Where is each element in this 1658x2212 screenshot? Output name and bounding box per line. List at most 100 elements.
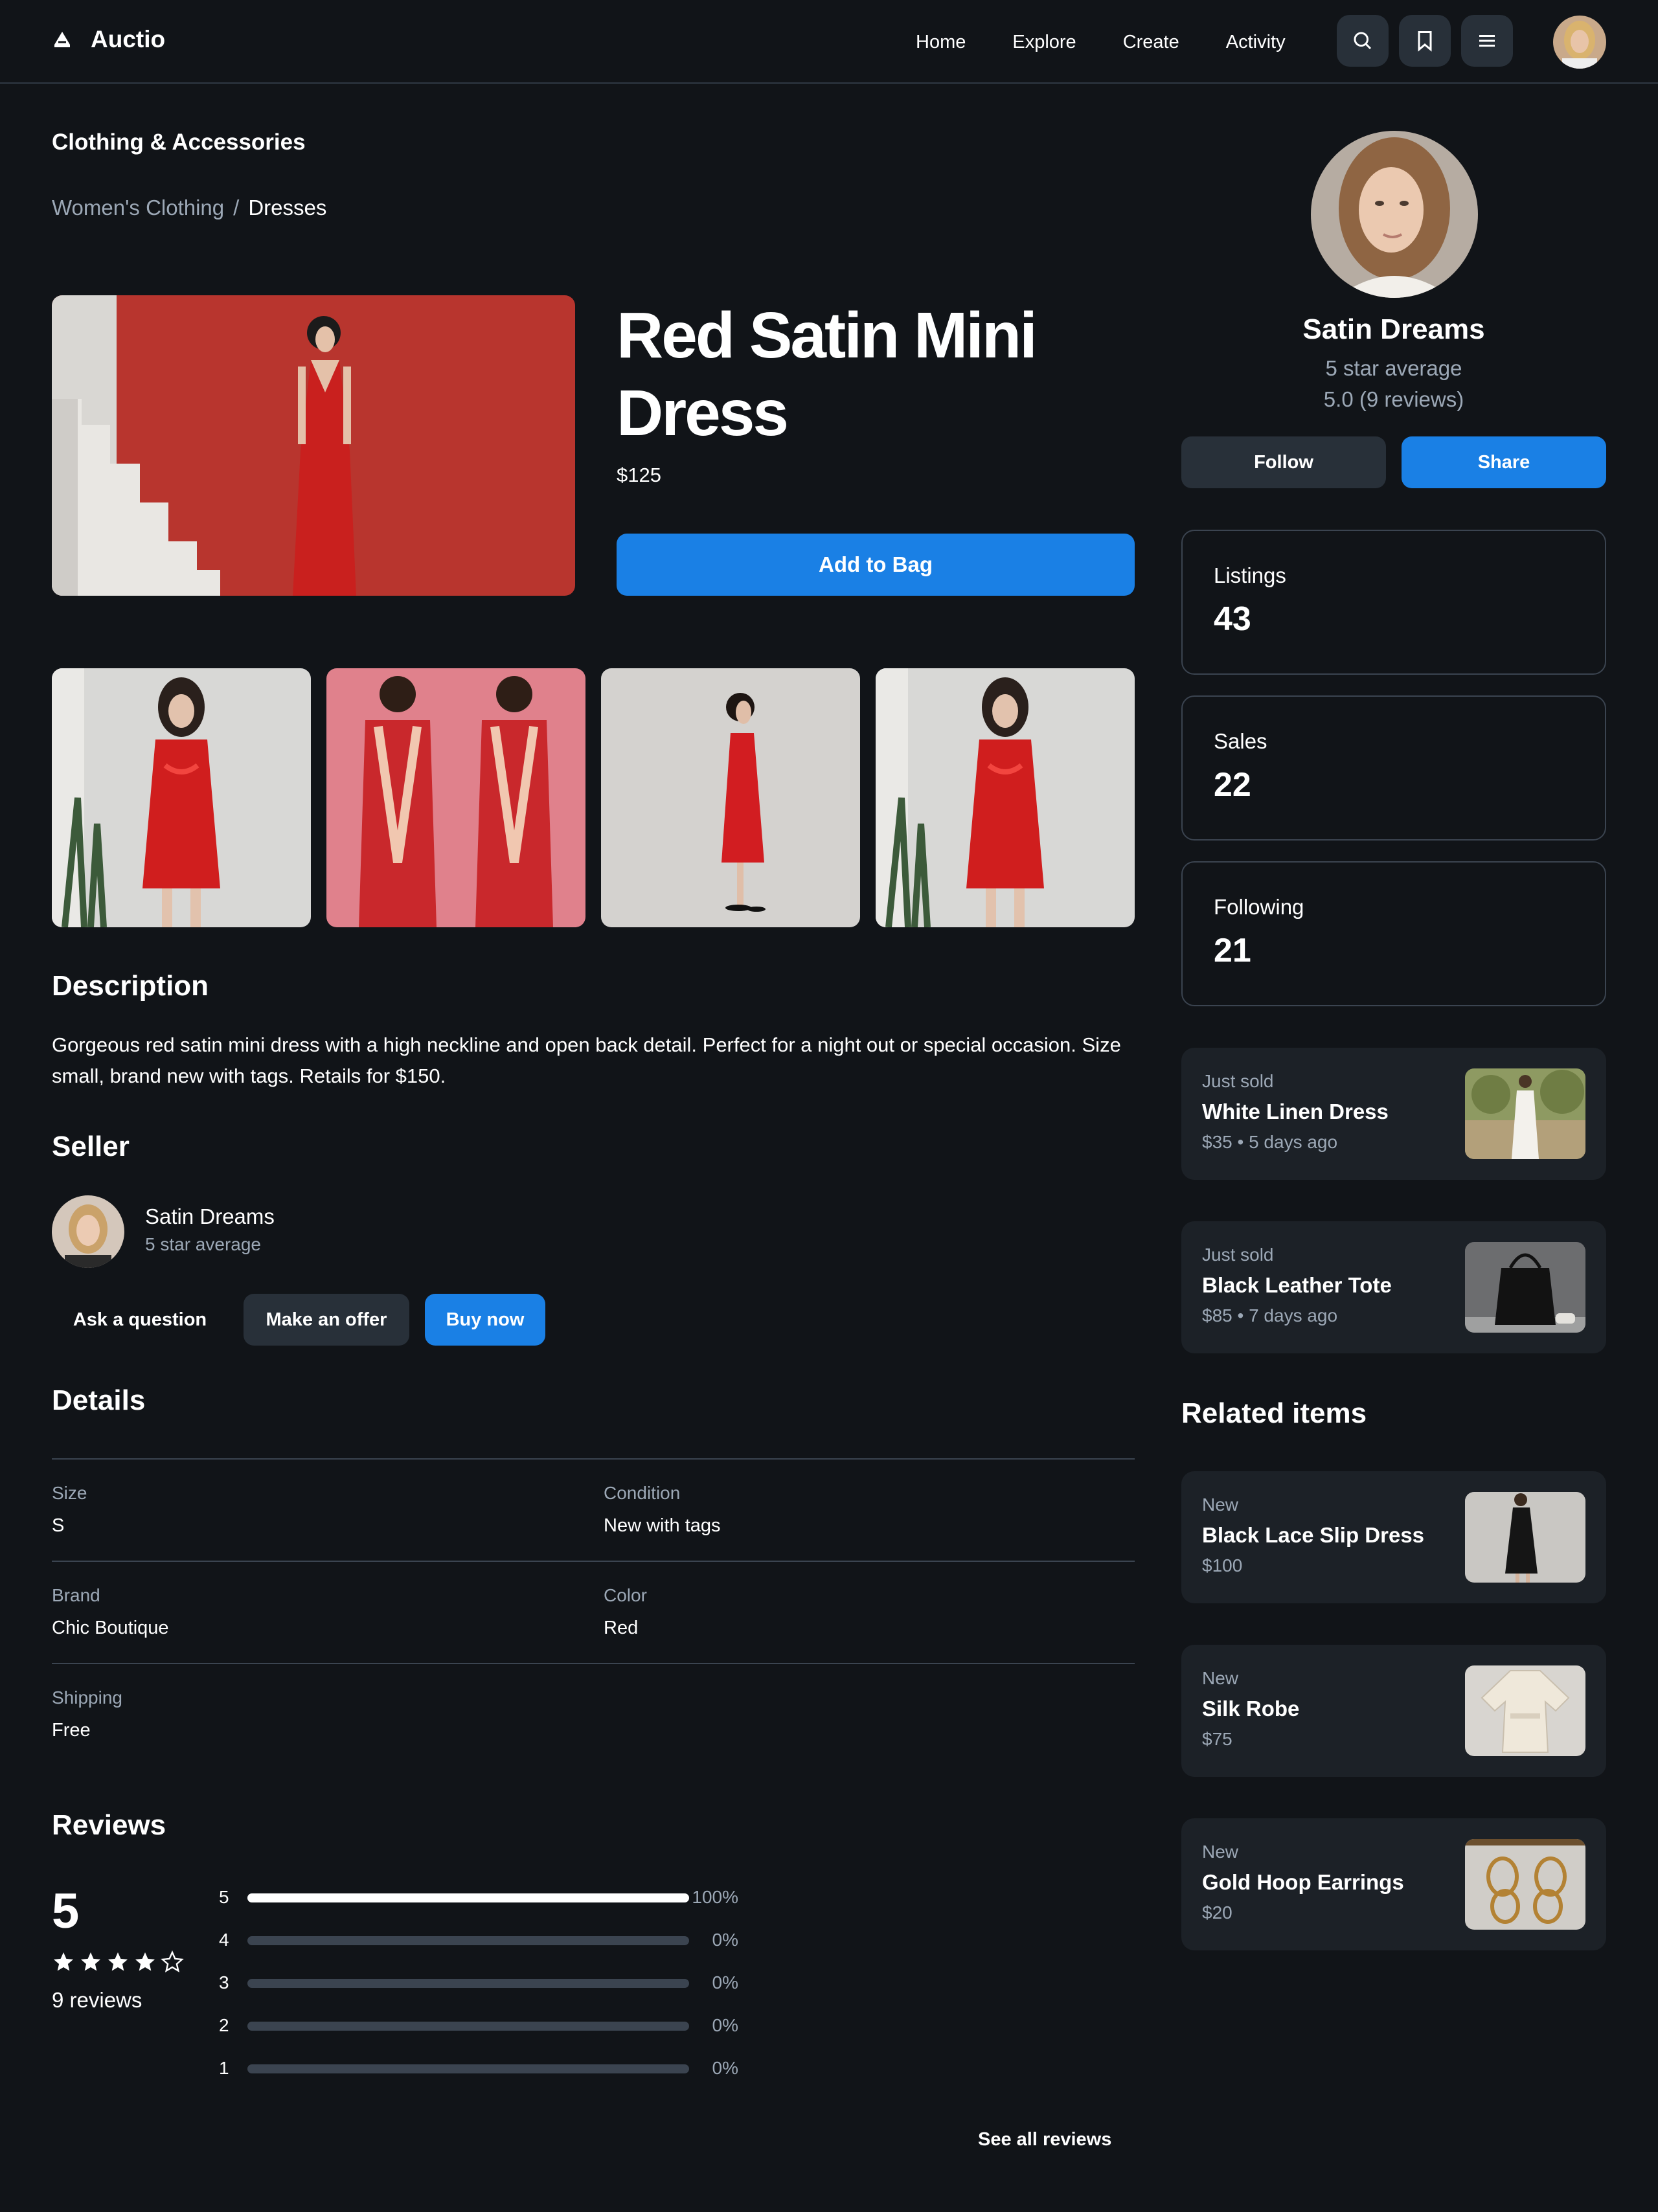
star-filled-icon <box>81 1952 100 1971</box>
item-image <box>1465 1492 1585 1583</box>
nav-create[interactable]: Create <box>1123 32 1179 53</box>
rating-bar-track <box>247 1979 689 1988</box>
rating-bar-star: 1 <box>219 2058 229 2078</box>
details-divider <box>52 1663 1135 1664</box>
rating-bar-track <box>247 2022 689 2031</box>
product-thumbnail-2[interactable] <box>326 668 585 927</box>
product-price: $125 <box>617 464 661 486</box>
logo-icon <box>54 32 70 47</box>
rating-bar-row: 4 0% <box>219 1927 738 1953</box>
related-item-card[interactable]: New Black Lace Slip Dress $100 <box>1181 1471 1606 1603</box>
main-nav: Home Explore Create Activity <box>894 0 1286 84</box>
bookmark-button[interactable] <box>1399 15 1451 67</box>
stat-card-listings[interactable]: Listings 43 <box>1181 530 1606 675</box>
item-name: Black Lace Slip Dress <box>1202 1523 1425 1547</box>
color-label: Color <box>604 1585 647 1605</box>
related-items-heading: Related items <box>1181 1397 1367 1429</box>
star-filled-icon <box>135 1952 155 1971</box>
item-image <box>1465 1242 1585 1333</box>
menu-button[interactable] <box>1461 15 1513 67</box>
item-name: Gold Hoop Earrings <box>1202 1870 1404 1894</box>
shipping-value: Free <box>52 1720 91 1741</box>
stat-label: Sales <box>1214 729 1267 753</box>
related-item-card[interactable]: New Silk Robe $75 <box>1181 1645 1606 1777</box>
nav-activity[interactable]: Activity <box>1226 32 1286 53</box>
item-meta: $85 • 7 days ago <box>1202 1305 1338 1326</box>
item-meta: $100 <box>1202 1555 1243 1575</box>
seller-heading: Seller <box>52 1131 130 1162</box>
ask-question-button[interactable]: Ask a question <box>52 1294 228 1346</box>
brand-label: Brand <box>52 1585 100 1605</box>
color-value: Red <box>604 1618 639 1638</box>
add-to-bag-button[interactable]: Add to Bag <box>617 534 1135 596</box>
see-all-reviews-link[interactable]: See all reviews <box>978 2129 1111 2150</box>
seller-name[interactable]: Satin Dreams <box>145 1204 275 1229</box>
condition-label: Condition <box>604 1483 681 1503</box>
item-image <box>1465 1665 1585 1756</box>
search-button[interactable] <box>1337 15 1389 67</box>
user-avatar[interactable] <box>1553 16 1606 69</box>
nav-explore[interactable]: Explore <box>1012 32 1076 53</box>
product-thumbnail-3[interactable] <box>601 668 860 927</box>
star-rating <box>52 1950 184 1974</box>
rating-bar-track <box>247 1893 689 1902</box>
top-navbar: Auctio Home Explore Create Activity <box>0 0 1658 84</box>
stat-value: 43 <box>1214 600 1251 638</box>
category-title: Clothing & Accessories <box>52 130 306 155</box>
breadcrumb-parent[interactable]: Women's Clothing <box>52 196 224 220</box>
item-name: Black Leather Tote <box>1202 1273 1392 1297</box>
breadcrumb: Women's Clothing / Dresses <box>52 196 326 220</box>
rating-bar-percent: 100% <box>692 1887 738 1907</box>
stat-value: 22 <box>1214 766 1251 804</box>
buy-now-button[interactable]: Buy now <box>425 1294 545 1346</box>
seller-rating: 5 star average <box>145 1234 261 1254</box>
product-main-image[interactable] <box>52 295 575 596</box>
item-image <box>1465 1839 1585 1930</box>
size-value: S <box>52 1515 65 1536</box>
logo[interactable]: Auctio <box>52 26 165 53</box>
description-text: Gorgeous red satin mini dress with a hig… <box>52 1033 1121 1087</box>
product-thumbnail-1[interactable] <box>52 668 311 927</box>
stat-card-sales[interactable]: Sales 22 <box>1181 695 1606 841</box>
profile-reviews: 5.0 (9 reviews) <box>1323 387 1464 411</box>
seller-profile-photo[interactable] <box>1311 131 1478 298</box>
item-tag: Just sold <box>1202 1245 1274 1265</box>
product-thumbnail-4[interactable] <box>876 668 1135 927</box>
stat-label: Listings <box>1214 563 1286 587</box>
reviews-heading: Reviews <box>52 1809 166 1841</box>
follow-button[interactable]: Follow <box>1181 436 1386 488</box>
item-name: Silk Robe <box>1202 1697 1300 1721</box>
related-item-card[interactable]: New Gold Hoop Earrings $20 <box>1181 1818 1606 1950</box>
stat-value: 21 <box>1214 932 1251 969</box>
star-filled-icon <box>108 1952 128 1971</box>
breadcrumb-current[interactable]: Dresses <box>248 196 326 220</box>
rating-bar-percent: 0% <box>712 2058 738 2078</box>
item-meta: $75 <box>1202 1729 1232 1749</box>
rating-bar-star: 5 <box>219 1887 229 1907</box>
item-meta: $20 <box>1202 1902 1232 1923</box>
stat-card-following[interactable]: Following 21 <box>1181 861 1606 1006</box>
rating-bar-track <box>247 2064 689 2073</box>
item-tag: New <box>1202 1668 1239 1688</box>
product-title: Red Satin Mini Dress <box>617 299 1038 449</box>
star-outline-icon <box>161 1950 184 1972</box>
star-filled-icon <box>54 1952 73 1971</box>
nav-home[interactable]: Home <box>916 32 966 53</box>
rating-bar-percent: 0% <box>712 1930 738 1950</box>
sold-item-card[interactable]: Just sold Black Leather Tote $85 • 7 day… <box>1181 1221 1606 1353</box>
share-button[interactable]: Share <box>1402 436 1606 488</box>
rating-bar-fill <box>247 1893 689 1902</box>
brand-value: Chic Boutique <box>52 1618 169 1638</box>
condition-value: New with tags <box>604 1515 721 1536</box>
profile-name: Satin Dreams <box>1302 313 1485 345</box>
menu-icon <box>1479 35 1495 47</box>
rating-bar-percent: 0% <box>712 1972 738 1992</box>
item-tag: Just sold <box>1202 1071 1274 1091</box>
breadcrumb-separator: / <box>233 196 240 220</box>
seller-avatar[interactable] <box>52 1195 124 1268</box>
sold-item-card[interactable]: Just sold White Linen Dress $35 • 5 days… <box>1181 1048 1606 1180</box>
size-label: Size <box>52 1483 87 1503</box>
rating-bar-percent: 0% <box>712 2015 738 2035</box>
make-offer-button[interactable]: Make an offer <box>244 1294 409 1346</box>
rating-bar-row: 3 0% <box>219 1970 738 1996</box>
